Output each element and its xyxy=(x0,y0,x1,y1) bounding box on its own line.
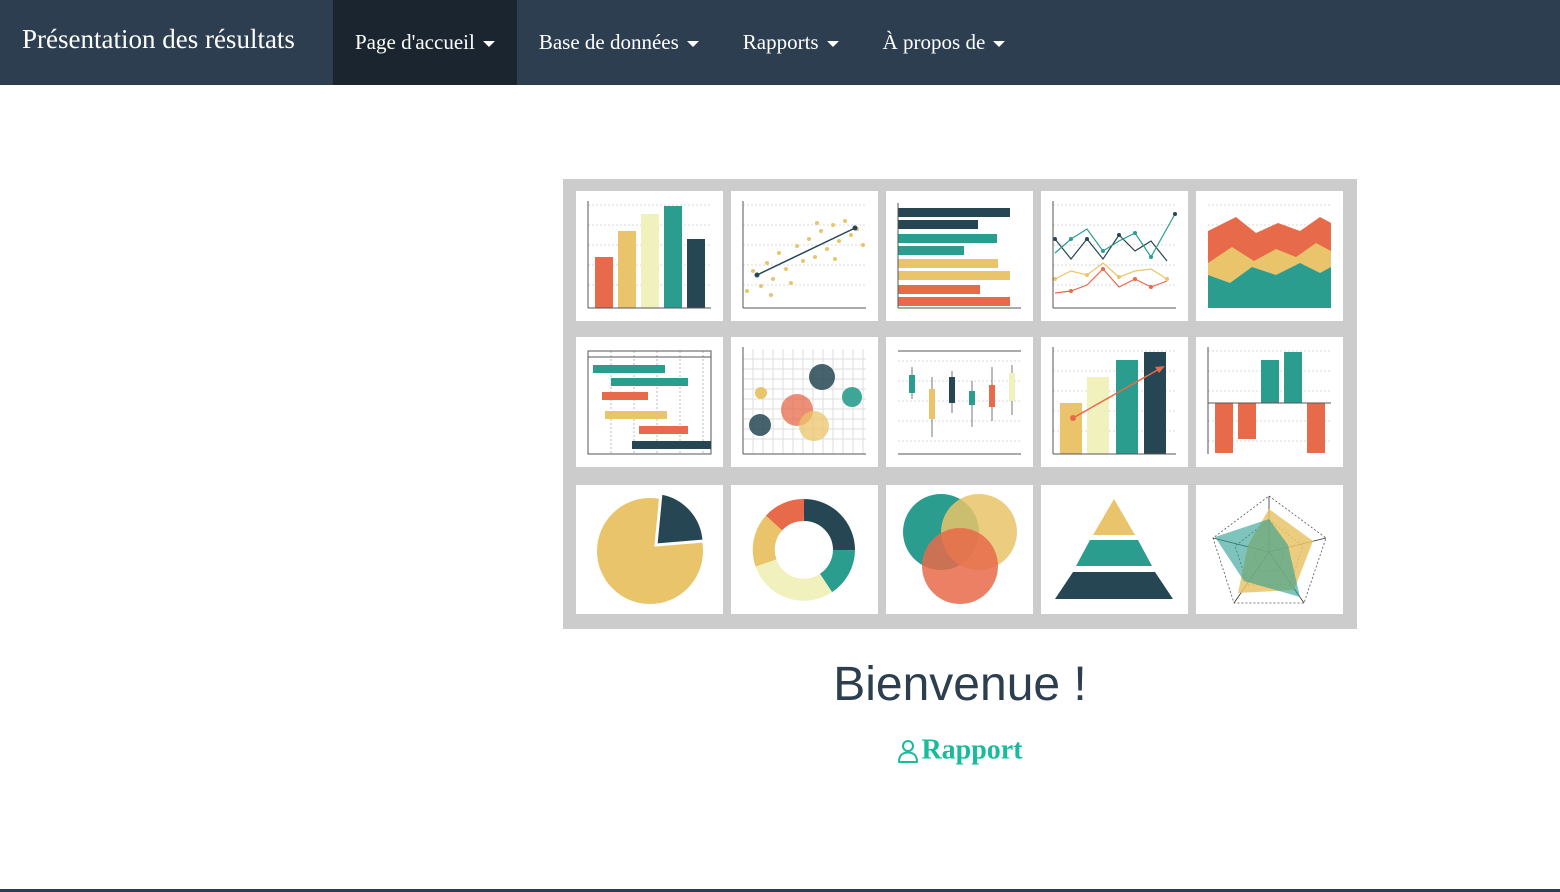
area-chart-icon xyxy=(1196,191,1343,321)
welcome-heading: Bienvenue ! xyxy=(833,658,1087,711)
brand-title[interactable]: Présentation des résultats xyxy=(0,0,333,78)
bar-chart-icon xyxy=(576,191,723,321)
report-link-label: Rapport xyxy=(921,734,1023,766)
candlestick-chart-icon xyxy=(886,337,1033,467)
pie-chart-icon xyxy=(576,485,723,614)
nav-item-database[interactable]: Base de données xyxy=(517,0,721,85)
donut-chart-icon xyxy=(731,485,878,614)
venn-diagram-icon xyxy=(886,485,1033,614)
waterfall-chart-icon xyxy=(1196,337,1343,467)
scatter-chart-icon xyxy=(731,191,878,321)
trend-bar-chart-icon xyxy=(1041,337,1188,467)
nav-item-label: Base de données xyxy=(538,30,679,54)
pyramid-chart-icon xyxy=(1041,485,1188,614)
bubble-chart-icon xyxy=(731,337,878,467)
nav-item-label: Rapports xyxy=(742,30,819,54)
line-chart-icon xyxy=(1041,191,1188,321)
horizontal-bar-chart-icon xyxy=(886,191,1033,321)
nav-item-label: À propos de xyxy=(882,30,986,54)
report-link[interactable]: Rapport xyxy=(560,733,1360,767)
charts-illustration xyxy=(563,179,1357,629)
caret-down-icon xyxy=(993,41,1006,47)
caret-down-icon xyxy=(686,41,699,47)
gantt-chart-icon xyxy=(576,337,723,467)
navbar: Présentation des résultats Page d'accuei… xyxy=(0,0,1560,85)
caret-down-icon xyxy=(482,41,495,47)
nav-item-label: Page d'accueil xyxy=(355,30,475,54)
nav-item-reports[interactable]: Rapports xyxy=(721,0,861,85)
nav-item-home[interactable]: Page d'accueil xyxy=(333,0,517,85)
caret-down-icon xyxy=(826,41,839,47)
user-icon xyxy=(898,739,919,763)
radar-chart-icon xyxy=(1196,485,1343,614)
nav-item-about[interactable]: À propos de xyxy=(861,0,1028,85)
